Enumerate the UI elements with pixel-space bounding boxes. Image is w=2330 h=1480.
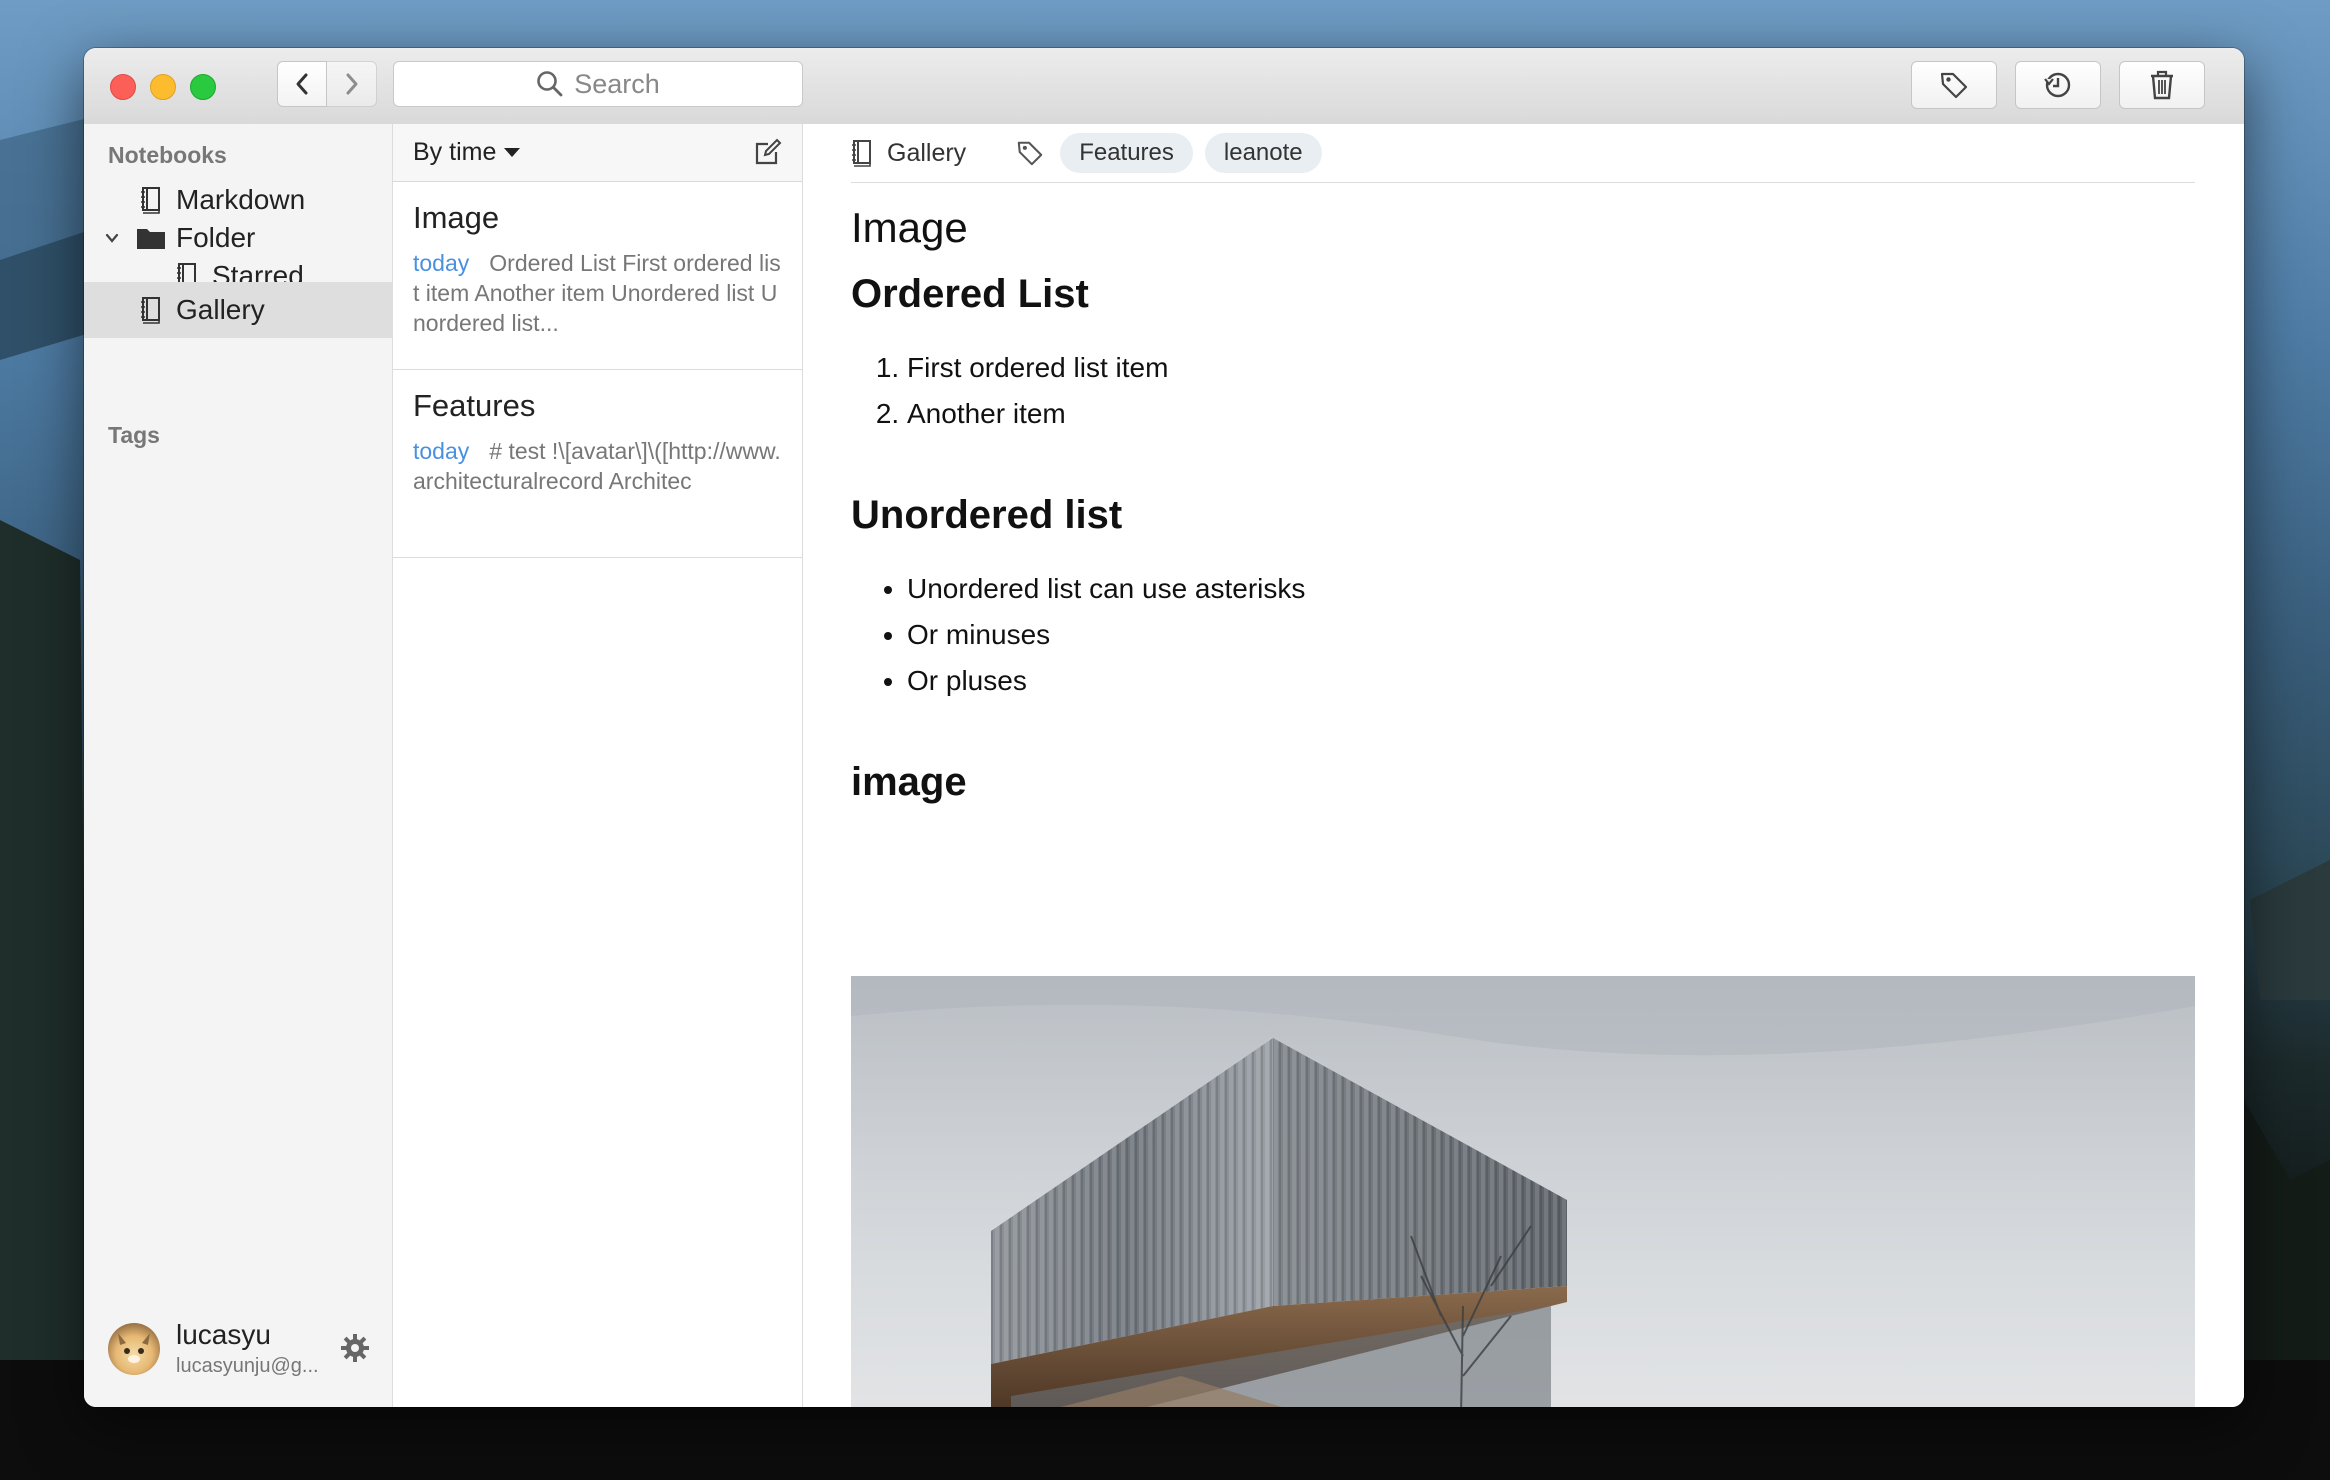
new-note-icon[interactable] <box>754 138 782 166</box>
sidebar-item-label: Gallery <box>176 294 265 325</box>
heading-ordered-list: Ordered List <box>851 272 1089 316</box>
back-button[interactable] <box>277 61 327 107</box>
app-window: Search Notebooks Markdown Folder Starred… <box>84 48 2244 1407</box>
note-date: today <box>413 250 470 276</box>
note-title: Image <box>413 200 500 235</box>
list-item: Or minuses <box>907 612 2195 658</box>
chevron-right-icon <box>346 73 357 95</box>
delete-button[interactable] <box>2119 61 2205 109</box>
heading-unordered-list: Unordered list <box>851 493 1123 537</box>
user-email: lucasyunju@g... <box>176 1355 319 1377</box>
minimize-window-button[interactable] <box>150 74 176 100</box>
note-title: Features <box>413 388 536 423</box>
tag-icon <box>1940 72 1968 99</box>
forward-button[interactable] <box>327 61 377 107</box>
titlebar: Search <box>84 48 2244 125</box>
note-snippet: today # test !\[avatar\]\([http://www.arc… <box>413 436 782 526</box>
note-list-item[interactable]: Image today Ordered List First ordered li… <box>393 182 802 370</box>
search-icon <box>537 71 563 97</box>
list-item: First ordered list item <box>907 345 2195 391</box>
history-icon <box>2044 72 2071 98</box>
tag-chip[interactable]: leanote <box>1204 133 1322 173</box>
note-title-heading: Image <box>851 204 968 251</box>
tag-button[interactable] <box>1911 61 1997 109</box>
building-photo <box>851 976 2195 1407</box>
caret-down-icon <box>504 147 521 157</box>
notebook-icon <box>136 295 166 325</box>
notebooks-heading: Notebooks <box>108 142 227 168</box>
search-placeholder: Search <box>574 68 660 99</box>
note-notebook-label[interactable]: Gallery <box>887 139 966 168</box>
sort-dropdown[interactable]: By time <box>413 138 521 167</box>
user-profile[interactable]: lucasyu lucasyunju@g... <box>108 1319 378 1379</box>
list-item: Unordered list can use asterisks <box>907 566 2195 612</box>
sidebar: Notebooks Markdown Folder Starred Galler… <box>84 124 393 1407</box>
trash-icon <box>2151 70 2173 100</box>
maximize-window-button[interactable] <box>190 74 216 100</box>
tag-chip[interactable]: Features <box>1060 133 1193 173</box>
sort-label: By time <box>413 138 497 166</box>
note-meta-bar: Gallery Features leanote <box>851 124 2195 183</box>
tag-icon[interactable] <box>1016 139 1044 167</box>
user-name: lucasyu <box>176 1319 271 1350</box>
chevron-left-icon <box>296 73 308 95</box>
history-button[interactable] <box>2015 61 2101 109</box>
tags-heading[interactable]: Tags <box>108 422 160 449</box>
gear-icon[interactable] <box>340 1333 370 1363</box>
note-snippet: today Ordered List First ordered list ite… <box>413 248 782 338</box>
note-editor[interactable]: Gallery Features leanote Image Ordered L… <box>803 124 2244 1407</box>
sidebar-item-gallery[interactable]: Gallery <box>84 282 393 338</box>
search-input[interactable]: Search <box>393 61 803 107</box>
list-item: Or pluses <box>907 658 2195 704</box>
history-nav <box>277 61 379 107</box>
ordered-list: First ordered list item Another item <box>851 345 2195 437</box>
close-window-button[interactable] <box>110 74 136 100</box>
note-list-item[interactable]: Features today # test !\[avatar\]\([http:… <box>393 370 802 558</box>
heading-image: image <box>851 760 967 804</box>
note-list-header: By time <box>393 124 802 182</box>
note-content: Image Ordered List First ordered list it… <box>851 184 2195 805</box>
notebook-icon <box>852 140 871 167</box>
avatar <box>108 1323 160 1375</box>
note-list: By time Image today Ordered List First or… <box>393 124 803 1407</box>
note-date: today <box>413 438 470 464</box>
unordered-list: Unordered list can use asterisks Or minu… <box>851 566 2195 704</box>
list-item: Another item <box>907 391 2195 437</box>
chevron-down-icon[interactable] <box>104 230 120 246</box>
